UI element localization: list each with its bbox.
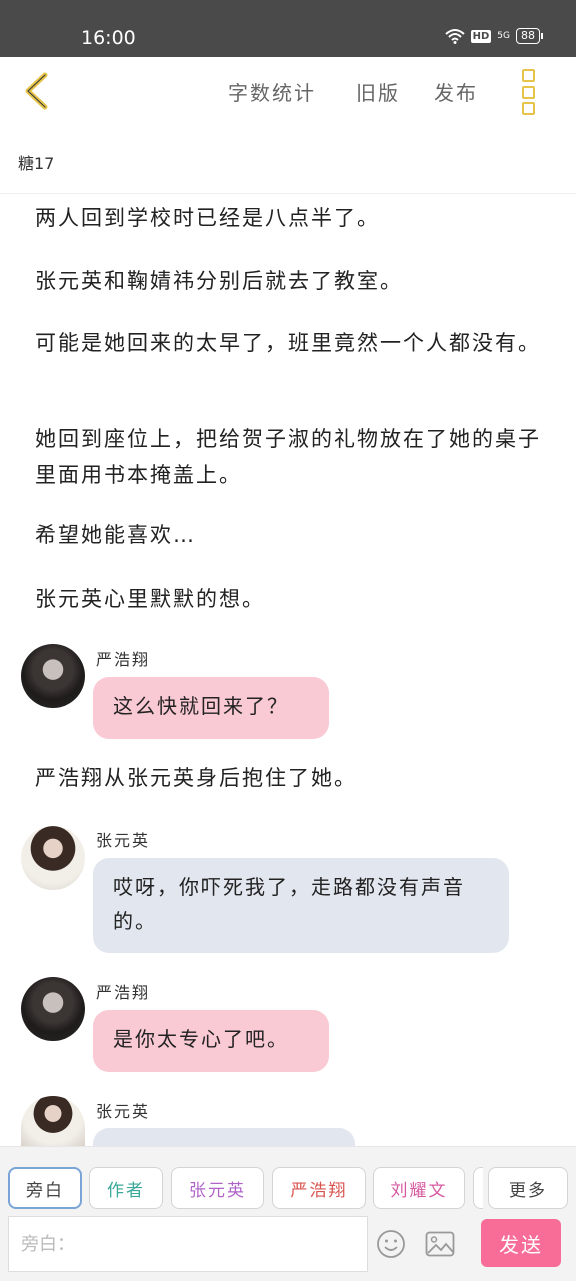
- avatar[interactable]: [21, 1096, 85, 1146]
- avatar[interactable]: [21, 826, 85, 890]
- wifi-icon: [444, 29, 465, 44]
- send-button[interactable]: 发送: [481, 1219, 561, 1267]
- avatar[interactable]: [21, 644, 85, 708]
- character-chip-partial[interactable]: [473, 1167, 483, 1209]
- character-name: 张元英: [96, 831, 151, 850]
- chat-bubble[interactable]: 是你太专心了吧。: [93, 1010, 329, 1072]
- signal-icon: 5G: [497, 30, 510, 41]
- emoji-icon[interactable]: [376, 1229, 406, 1259]
- message-input[interactable]: [9, 1217, 367, 1271]
- chat-bubble[interactable]: [93, 1128, 355, 1146]
- narration-paragraph: 张元英心里默默的想。: [35, 587, 265, 611]
- character-chip-liuyaowen[interactable]: 刘耀文: [373, 1167, 465, 1209]
- status-icons: HD 5G 88: [444, 28, 543, 44]
- old-version-button[interactable]: 旧版: [356, 77, 400, 106]
- back-arrow-icon[interactable]: [18, 69, 58, 113]
- narration-paragraph: 严浩翔从张元英身后抱住了她。: [35, 766, 357, 790]
- chat-bubble[interactable]: 哎呀，你吓死我了，走路都没有声音的。: [93, 858, 509, 953]
- image-icon[interactable]: [425, 1231, 455, 1257]
- battery-icon: 88: [516, 28, 543, 44]
- divider: [0, 193, 576, 194]
- chat-bubble[interactable]: 这么快就回来了？: [93, 677, 329, 739]
- narration-paragraph: 两人回到学校时已经是八点半了。: [35, 206, 380, 230]
- hd-badge: HD: [470, 29, 492, 43]
- narration-paragraph: 可能是她回来的太早了，班里竟然一个人都没有。: [35, 331, 541, 355]
- character-name: 严浩翔: [96, 650, 151, 669]
- more-menu-icon[interactable]: [522, 69, 538, 115]
- publish-button[interactable]: 发布: [434, 77, 478, 106]
- narration-paragraph: 她回到座位上，把给贺子淑的礼物放在了她的桌子里面用书本掩盖上。: [35, 427, 541, 487]
- character-chip-narration[interactable]: 旁白: [8, 1167, 82, 1209]
- narration-paragraph: 张元英和鞠婧祎分别后就去了教室。: [35, 269, 403, 293]
- avatar[interactable]: [21, 977, 85, 1041]
- top-toolbar: 字数统计 旧版 发布: [0, 57, 576, 127]
- word-count-button[interactable]: 字数统计: [228, 77, 316, 106]
- character-chip-yanhaoxiang[interactable]: 严浩翔: [272, 1167, 366, 1209]
- message-input-box[interactable]: [8, 1216, 368, 1272]
- chapter-title[interactable]: 糖17: [18, 150, 54, 174]
- character-chip-zhangyuanying[interactable]: 张元英: [171, 1167, 264, 1209]
- character-chip-author[interactable]: 作者: [89, 1167, 163, 1209]
- status-bar: 16:00 HD 5G 88: [0, 0, 576, 57]
- narration-paragraph: 希望她能喜欢…: [35, 523, 196, 547]
- status-time: 16:00: [81, 27, 136, 49]
- character-name: 严浩翔: [96, 983, 151, 1002]
- more-characters-button[interactable]: 更多: [488, 1167, 568, 1209]
- character-name: 张元英: [96, 1102, 151, 1121]
